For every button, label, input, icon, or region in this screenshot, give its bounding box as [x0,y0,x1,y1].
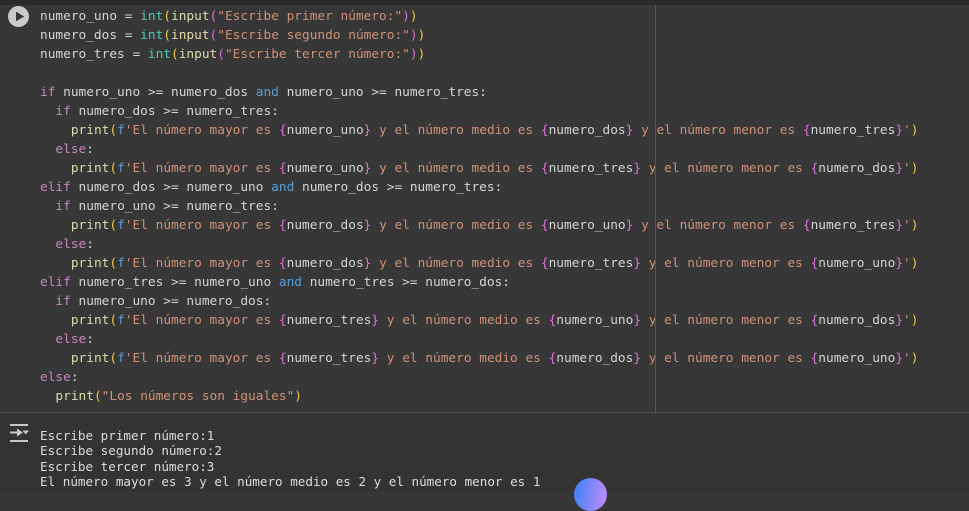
output-line: Escribe segundo número:2 [40,443,222,459]
code-line: print(f'El número mayor es {numero_uno} … [70,123,919,138]
cell-top-edge [0,0,969,5]
code-editor[interactable]: numero_uno = int(input("Escribe primer n… [40,7,918,406]
code-line: numero_uno = int(input("Escribe primer n… [40,9,418,24]
output-line: Escribe primer número:1 [40,428,215,443]
column-ruler-80 [655,5,656,412]
code-line: print(f'El número mayor es {numero_uno} … [70,161,919,176]
code-line: if numero_uno >= numero_dos and numero_u… [40,85,487,100]
code-line: print(f'El número mayor es {numero_dos} … [70,218,919,233]
output-line: Escribe tercer número:3 [40,458,215,474]
run-cell-button[interactable] [8,6,29,27]
output-redirect-icon [10,424,29,442]
code-line: else: [55,142,94,157]
code-line: print(f'El número mayor es {numero_dos} … [70,256,919,271]
code-line: elif numero_dos >= numero_uno and numero… [40,180,503,195]
play-circle-icon [8,6,29,27]
code-line: else: [40,370,79,385]
code-line: else: [55,237,94,252]
code-line: if numero_dos >= numero_tres: [55,104,279,119]
code-line: numero_tres = int(input("Escribe tercer … [40,47,426,62]
code-line: if numero_uno >= numero_dos: [55,294,272,309]
code-line: if numero_uno >= numero_tres: [55,199,279,214]
code-line: print("Los números son iguales") [55,389,303,404]
output-options-button[interactable] [7,421,31,445]
output-text: Escribe primer número:1 Escribe segundo n… [40,428,540,490]
code-line: print(f'El número mayor es {numero_tres}… [70,313,919,328]
code-line: numero_dos = int(input("Escribe segundo … [40,28,426,43]
code-line: print(f'El número mayor es {numero_tres}… [70,351,919,366]
floating-assistant-button[interactable] [574,478,607,511]
code-line: elif numero_tres >= numero_uno and numer… [40,275,511,290]
output-line: El número mayor es 3 y el número medio e… [40,474,541,490]
code-line: else: [55,332,94,347]
